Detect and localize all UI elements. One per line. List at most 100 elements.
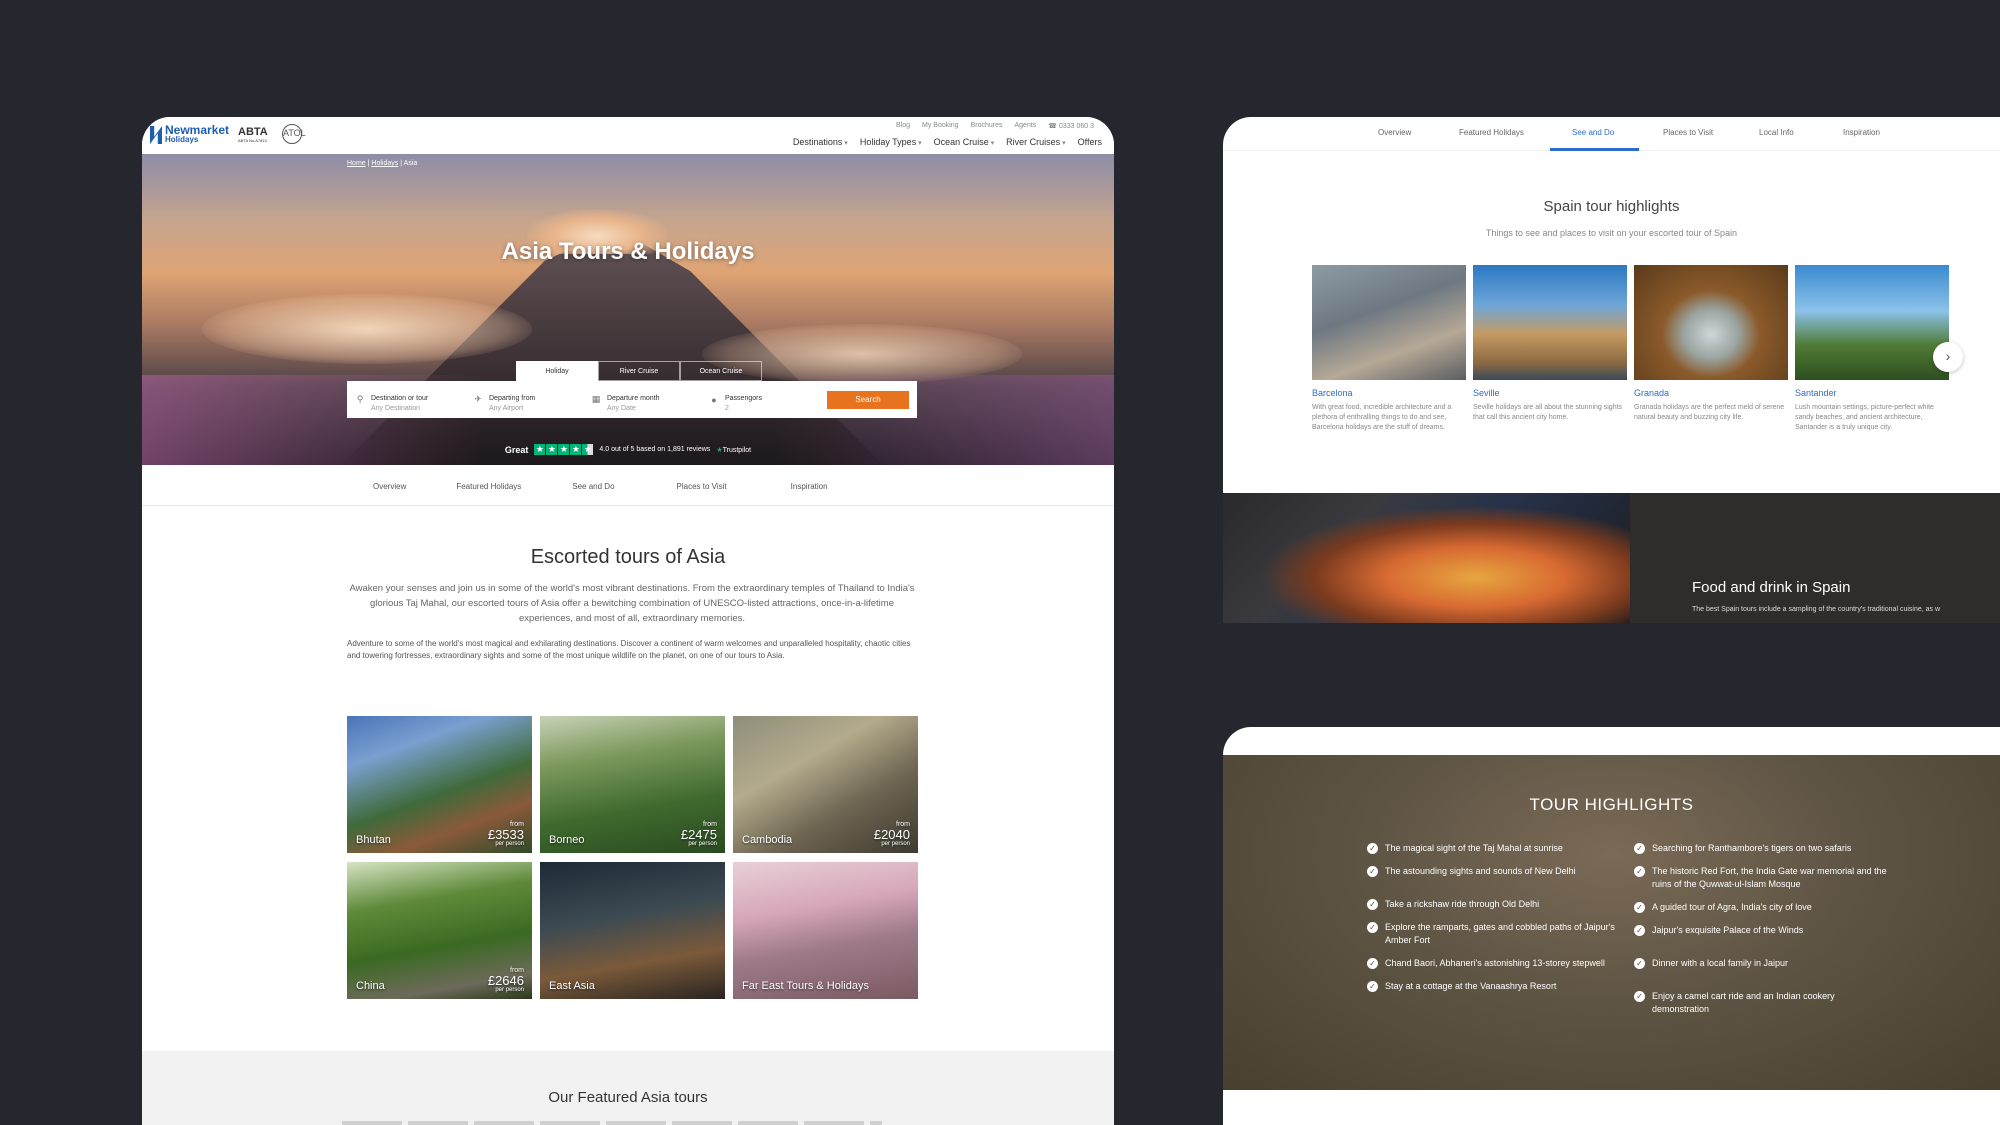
spain-highlights-subtitle: Things to see and places to visit on you… bbox=[1485, 228, 1738, 238]
main-nav: Destinations Holiday Types Ocean Cruise … bbox=[793, 137, 1102, 147]
tile-bhutan[interactable]: Bhutan from £3533 per person bbox=[347, 716, 532, 853]
destination-tiles: Bhutan from £3533 per person Borneo from £2… bbox=[347, 716, 918, 999]
highlight-item: ✓ The magical sight of the Taj Mahal at s… bbox=[1367, 842, 1627, 855]
highlight-text: Stay at a cottage at the Vanaashrya Reso… bbox=[1385, 981, 1557, 991]
highlight-item: ✓ The historic Red Fort, the India Gate w… bbox=[1634, 865, 1894, 891]
highlight-item: ✓ Jaipur's exquisite Palace of the Winds bbox=[1634, 924, 1894, 937]
subnav-featured-holidays[interactable]: Featured Holidays bbox=[456, 465, 521, 505]
card-title[interactable]: Barcelona bbox=[1312, 388, 1466, 398]
highlight-text: Jaipur's exquisite Palace of the Winds bbox=[1652, 925, 1804, 935]
field-value: Any Destination bbox=[371, 404, 421, 412]
trust-score: 4.0 out of 5 based on 1,891 reviews bbox=[599, 446, 711, 453]
tab-ocean-cruise[interactable]: Ocean Cruise bbox=[680, 361, 762, 381]
card-barcelona[interactable]: Barcelona With great food, incredible ar… bbox=[1312, 265, 1466, 433]
field-label: Departure month bbox=[607, 394, 660, 402]
newmarket-logo[interactable]: Newmarket Holidays bbox=[150, 124, 229, 145]
tab-holiday[interactable]: Holiday bbox=[516, 361, 598, 381]
tab-see-and-do[interactable]: See and Do bbox=[1572, 128, 1614, 137]
food-drink-heading: Food and drink in Spain bbox=[1692, 579, 1851, 596]
util-link-blog[interactable]: Blog bbox=[896, 122, 910, 130]
card-seville[interactable]: Seville Seville holidays are all about t… bbox=[1473, 265, 1627, 433]
chevron-right-icon: › bbox=[1945, 348, 1951, 364]
tab-inspiration[interactable]: Inspiration bbox=[1843, 128, 1880, 137]
departing-from-field[interactable]: ✈ Departing from Any Airport bbox=[473, 387, 591, 413]
field-label: Passengors bbox=[725, 394, 762, 402]
tab-local-info[interactable]: Local Info bbox=[1759, 128, 1794, 137]
barcelona-image bbox=[1312, 265, 1466, 380]
highlight-text: Explore the ramparts, gates and cobbled … bbox=[1385, 922, 1615, 945]
highlights-right-list: ✓ Searching for Ranthambore's tigers on t… bbox=[1634, 842, 1894, 1026]
star-icon: ★ bbox=[570, 444, 582, 455]
tile-china[interactable]: China from £2646 per person bbox=[347, 862, 532, 999]
utility-links: Blog My Booking Brochures Agents ☎ 0333 … bbox=[896, 122, 1094, 130]
calendar-icon: ▦ bbox=[591, 394, 601, 404]
subnav-overview[interactable]: Overview bbox=[373, 465, 406, 505]
util-link-brochures[interactable]: Brochures bbox=[971, 122, 1003, 130]
nav-river-cruises[interactable]: River Cruises bbox=[1006, 137, 1065, 147]
passengers-field[interactable]: ● Passengors 2 bbox=[709, 387, 827, 413]
map-pin-icon: ⚲ bbox=[356, 394, 364, 404]
tile-name: Borneo bbox=[549, 834, 585, 846]
tile-name: China bbox=[356, 980, 385, 992]
price-value: £2040 bbox=[873, 827, 910, 842]
highlight-item: ✓ Dinner with a local family in Jaipur bbox=[1634, 957, 1894, 970]
highlight-text: Dinner with a local family in Jaipur bbox=[1652, 958, 1789, 968]
tab-river-cruise[interactable]: River Cruise bbox=[598, 361, 680, 381]
tab-overview[interactable]: Overview bbox=[1378, 128, 1411, 137]
check-icon: ✓ bbox=[1634, 902, 1645, 913]
breadcrumb-home[interactable]: Home bbox=[347, 160, 366, 167]
tile-name: Cambodia bbox=[742, 834, 793, 846]
check-icon: ✓ bbox=[1367, 899, 1378, 910]
newmarket-logo-icon bbox=[150, 126, 162, 144]
subnav-see-and-do[interactable]: See and Do bbox=[572, 465, 614, 505]
paella-image bbox=[1223, 493, 1630, 623]
field-value: Any Date bbox=[607, 404, 636, 412]
departure-month-field[interactable]: ▦ Departure month Any Date bbox=[591, 387, 709, 413]
check-icon: ✓ bbox=[1367, 922, 1378, 933]
subnav-inspiration[interactable]: Inspiration bbox=[791, 465, 828, 505]
spain-highlights-heading: Spain tour highlights bbox=[1543, 198, 1680, 215]
nav-ocean-cruise[interactable]: Ocean Cruise bbox=[934, 137, 995, 147]
card-desc: Lush mountain settings, picture-perfect … bbox=[1795, 404, 1934, 431]
highlight-text: Searching for Ranthambore's tigers on tw… bbox=[1652, 843, 1852, 853]
featured-section: Our Featured Asia tours bbox=[142, 1051, 1114, 1125]
card-title[interactable]: Seville bbox=[1473, 388, 1627, 398]
phone-icon: ☎ bbox=[1048, 123, 1059, 130]
field-label: Departing from bbox=[489, 394, 536, 402]
highlight-item: ✓ Enjoy a camel cart ride and an Indian c… bbox=[1634, 990, 1894, 1016]
tab-featured-holidays[interactable]: Featured Holidays bbox=[1459, 128, 1524, 137]
phone-number: 0333 060 3 bbox=[1058, 123, 1094, 130]
tile-borneo[interactable]: Borneo from £2475 per person bbox=[540, 716, 725, 853]
tab-places-to-visit[interactable]: Places to Visit bbox=[1663, 128, 1713, 137]
subnav-places-to-visit[interactable]: Places to Visit bbox=[677, 465, 727, 505]
tile-cambodia[interactable]: Cambodia from £2040 per person bbox=[733, 716, 918, 853]
check-icon: ✓ bbox=[1367, 843, 1378, 854]
card-title[interactable]: Granada bbox=[1634, 388, 1788, 398]
phone-link[interactable]: ☎ 0333 060 3 bbox=[1048, 122, 1094, 130]
nav-offers[interactable]: Offers bbox=[1078, 137, 1102, 147]
card-title[interactable]: Santander bbox=[1795, 388, 1949, 398]
check-icon: ✓ bbox=[1634, 991, 1645, 1002]
highlight-text: The magical sight of the Taj Mahal at su… bbox=[1385, 843, 1563, 853]
tile-far-east[interactable]: Far East Tours & Holidays bbox=[733, 862, 918, 999]
util-link-my-booking[interactable]: My Booking bbox=[922, 122, 959, 130]
util-link-agents[interactable]: Agents bbox=[1014, 122, 1036, 130]
destination-field[interactable]: ⚲ Destination or tour Any Destination bbox=[355, 387, 473, 413]
nav-destinations[interactable]: Destinations bbox=[793, 137, 848, 147]
carousel-next-button[interactable]: › bbox=[1933, 342, 1963, 372]
hero-banner: Home | Holidays | Asia Asia Tours & Holi… bbox=[142, 154, 1114, 465]
price-value: £3533 bbox=[487, 827, 524, 842]
highlight-item: ✓ Searching for Ranthambore's tigers on t… bbox=[1634, 842, 1894, 855]
trustpilot-bar[interactable]: Great ★ ★ ★ ★ ★ 4.0 out of 5 based on 1,… bbox=[142, 444, 1114, 455]
spain-page-window: Overview Featured Holidays See and Do Pl… bbox=[1223, 117, 2000, 623]
search-button[interactable]: Search bbox=[827, 390, 909, 409]
abta-logo: ABTA ABTA No.A7810 bbox=[238, 126, 268, 143]
nav-holiday-types[interactable]: Holiday Types bbox=[860, 137, 922, 147]
card-santander[interactable]: Santander Lush mountain settings, pictur… bbox=[1795, 265, 1949, 433]
tile-east-asia[interactable]: East Asia bbox=[540, 862, 725, 999]
breadcrumb-holidays[interactable]: Holidays bbox=[371, 160, 398, 167]
highlight-text: Take a rickshaw ride through Old Delhi bbox=[1385, 899, 1540, 909]
food-drink-section: Food and drink in Spain The best Spain t… bbox=[1223, 493, 2000, 623]
card-granada[interactable]: Granada Granada holidays are the perfect… bbox=[1634, 265, 1788, 433]
field-label: Destination or tour bbox=[371, 394, 429, 402]
